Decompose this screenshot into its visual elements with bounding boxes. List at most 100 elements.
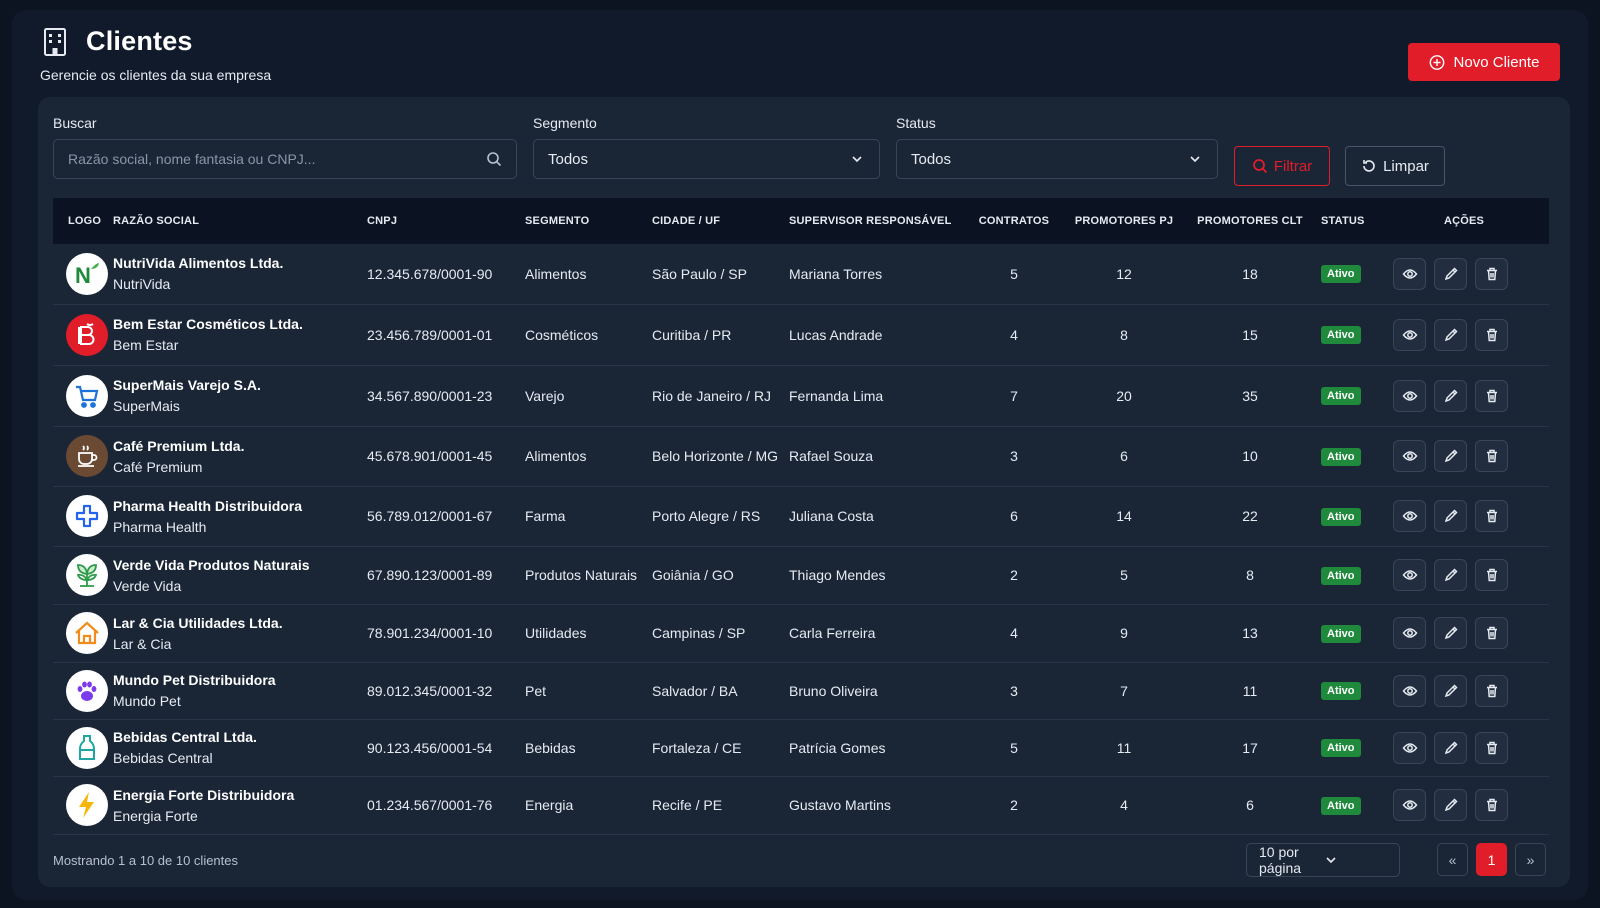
contratos-cell: 5 <box>1010 739 1018 756</box>
edit-button[interactable] <box>1434 617 1467 649</box>
prev-page-button[interactable]: « <box>1437 843 1468 876</box>
edit-button[interactable] <box>1434 257 1467 290</box>
row-actions <box>1379 674 1549 707</box>
segmento-cell: Varejo <box>525 387 565 404</box>
promotores-pj-cell: 12 <box>1116 265 1132 282</box>
nome-fantasia: Mundo Pet <box>113 693 181 709</box>
status-select[interactable]: Todos <box>896 139 1218 179</box>
view-button[interactable] <box>1393 731 1426 764</box>
delete-button[interactable] <box>1475 500 1508 532</box>
nutrivida-logo-icon: N <box>66 252 108 295</box>
page-1-button[interactable]: 1 <box>1476 843 1507 876</box>
title-row: Clientes <box>40 26 1560 57</box>
promotores-pj-cell: 8 <box>1120 326 1128 343</box>
view-button[interactable] <box>1393 789 1426 821</box>
supervisor-cell: Fernanda Lima <box>789 387 884 404</box>
status-cell: Ativo <box>1321 304 1379 365</box>
chevron-down-icon <box>849 151 865 167</box>
logo-cell <box>53 365 113 426</box>
paw-icon <box>66 669 108 712</box>
clear-label: Limpar <box>1383 157 1429 175</box>
clear-button[interactable]: Limpar <box>1345 146 1445 186</box>
delete-button[interactable] <box>1475 617 1508 649</box>
edit-button[interactable] <box>1434 789 1467 821</box>
row-actions <box>1379 440 1549 472</box>
house-icon <box>66 612 108 654</box>
edit-button[interactable] <box>1434 500 1467 532</box>
delete-button[interactable] <box>1475 379 1508 412</box>
cnpj-cell: 12.345.678/0001-90 <box>367 265 493 282</box>
page-title: Clientes <box>86 26 193 56</box>
razao-social: NutriVida Alimentos Ltda. <box>113 255 284 272</box>
edit-button[interactable] <box>1434 440 1467 472</box>
table-row: SuperMais Varejo S.A. SuperMais 34.567.8… <box>53 365 1549 426</box>
promotores-clt-cell: 17 <box>1242 739 1258 756</box>
status-cell: Ativo <box>1321 244 1379 304</box>
eye-icon <box>1402 448 1418 464</box>
clients-panel: Buscar Segmento Todos <box>38 97 1570 887</box>
view-button[interactable] <box>1393 257 1426 290</box>
view-button[interactable] <box>1393 318 1426 351</box>
status-badge: Ativo <box>1321 387 1361 405</box>
eye-icon <box>1402 266 1418 282</box>
delete-button[interactable] <box>1475 789 1508 821</box>
edit-button[interactable] <box>1434 674 1467 707</box>
filter-button[interactable]: Filtrar <box>1234 146 1330 186</box>
pencil-icon <box>1443 327 1459 343</box>
eye-icon <box>1402 388 1418 404</box>
supervisor-cell: Carla Ferreira <box>789 625 876 641</box>
edit-button[interactable] <box>1434 379 1467 412</box>
segment-select[interactable]: Todos <box>533 139 880 179</box>
edit-button[interactable] <box>1434 559 1467 591</box>
delete-button[interactable] <box>1475 674 1508 707</box>
view-button[interactable] <box>1393 440 1426 472</box>
razao-social: Pharma Health Distribuidora <box>113 497 303 514</box>
status-label: Status <box>896 115 936 131</box>
delete-button[interactable] <box>1475 559 1508 591</box>
delete-button[interactable] <box>1475 257 1508 290</box>
promotores-pj-cell: 11 <box>1116 739 1132 756</box>
row-actions <box>1379 500 1549 532</box>
col-promotores-pj: PROMOTORES PJ <box>1074 215 1174 227</box>
actions-cell <box>1379 776 1549 834</box>
view-button[interactable] <box>1393 559 1426 591</box>
delete-button[interactable] <box>1475 440 1508 472</box>
view-button[interactable] <box>1393 617 1426 649</box>
status-cell: Ativo <box>1321 365 1379 426</box>
col-cnpj: CNPJ <box>367 215 398 227</box>
edit-button[interactable] <box>1434 318 1467 351</box>
col-segmento: SEGMENTO <box>525 215 590 227</box>
pencil-icon <box>1443 797 1459 813</box>
status-cell: Ativo <box>1321 486 1379 546</box>
search-input[interactable] <box>68 151 486 167</box>
lightning-icon <box>66 784 108 826</box>
edit-button[interactable] <box>1434 731 1467 764</box>
search-icon[interactable] <box>486 151 502 167</box>
pencil-icon <box>1443 266 1459 282</box>
reset-icon <box>1361 158 1377 174</box>
pencil-icon <box>1443 740 1459 756</box>
supervisor-cell: Patrícia Gomes <box>789 739 886 756</box>
trash-icon <box>1484 740 1500 756</box>
view-button[interactable] <box>1393 500 1426 532</box>
promotores-clt-cell: 35 <box>1242 387 1258 404</box>
per-page-select[interactable]: 10 por página <box>1246 843 1400 877</box>
view-button[interactable] <box>1393 674 1426 707</box>
promotores-pj-cell: 5 <box>1120 567 1128 583</box>
new-client-button[interactable]: Novo Cliente <box>1408 43 1560 81</box>
delete-button[interactable] <box>1475 731 1508 764</box>
trash-icon <box>1484 388 1500 404</box>
next-page-button[interactable]: » <box>1515 843 1546 876</box>
logo-cell <box>53 426 113 486</box>
pencil-icon <box>1443 683 1459 699</box>
view-button[interactable] <box>1393 379 1426 412</box>
delete-button[interactable] <box>1475 318 1508 351</box>
status-badge: Ativo <box>1321 739 1361 757</box>
logo-cell <box>53 546 113 604</box>
table-header-row: LOGO RAZÃO SOCIAL CNPJ SEGMENTO CIDADE /… <box>53 198 1549 244</box>
cnpj-cell: 67.890.123/0001-89 <box>367 567 493 583</box>
status-cell: Ativo <box>1321 662 1379 719</box>
trash-icon <box>1484 266 1500 282</box>
contratos-cell: 7 <box>1010 387 1018 404</box>
razao-social: SuperMais Varejo S.A. <box>113 377 261 393</box>
